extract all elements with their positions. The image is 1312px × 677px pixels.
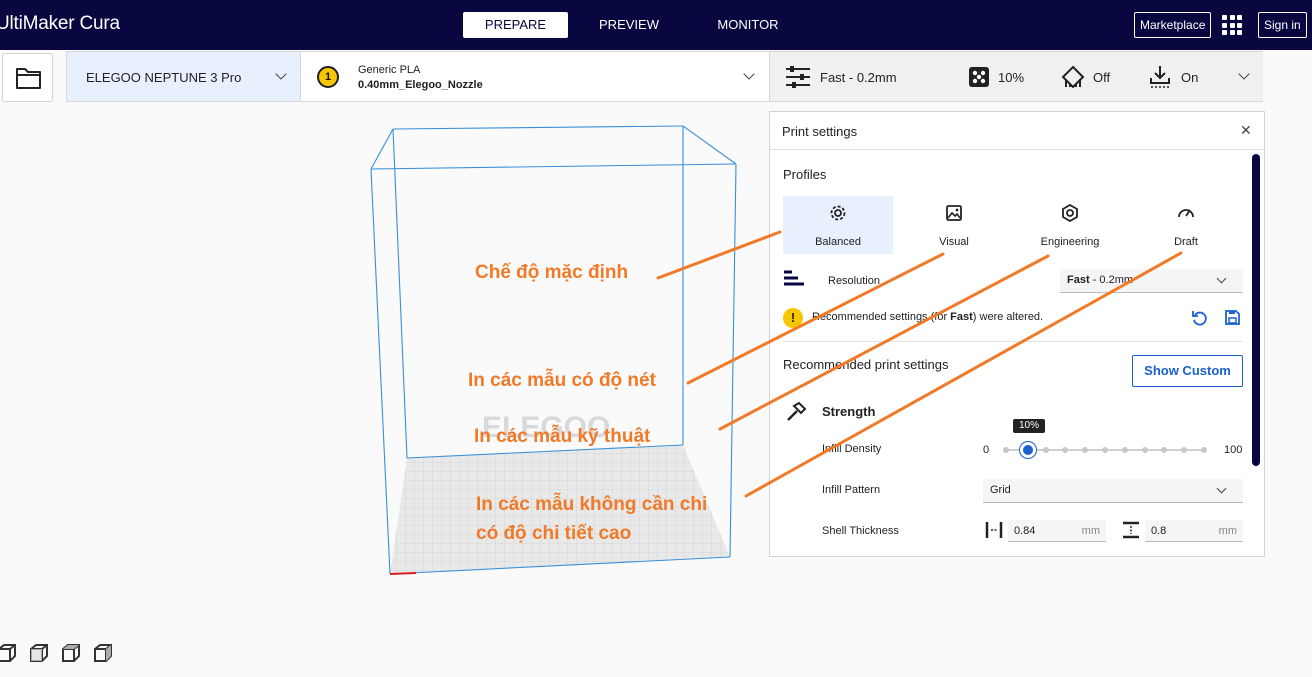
annotation-lines: [656, 230, 1183, 498]
annotation-draft-line1: In các mẫu không cần chi: [476, 494, 708, 515]
annotation-technical-models: In các mẫu kỹ thuật: [474, 426, 651, 447]
annotation-default-mode: Chế độ mặc định: [475, 262, 629, 283]
annotation-draft-line2: có độ chi tiết cao: [476, 523, 632, 544]
annotation-sharp-models: In các mẫu có độ nét: [468, 370, 656, 391]
